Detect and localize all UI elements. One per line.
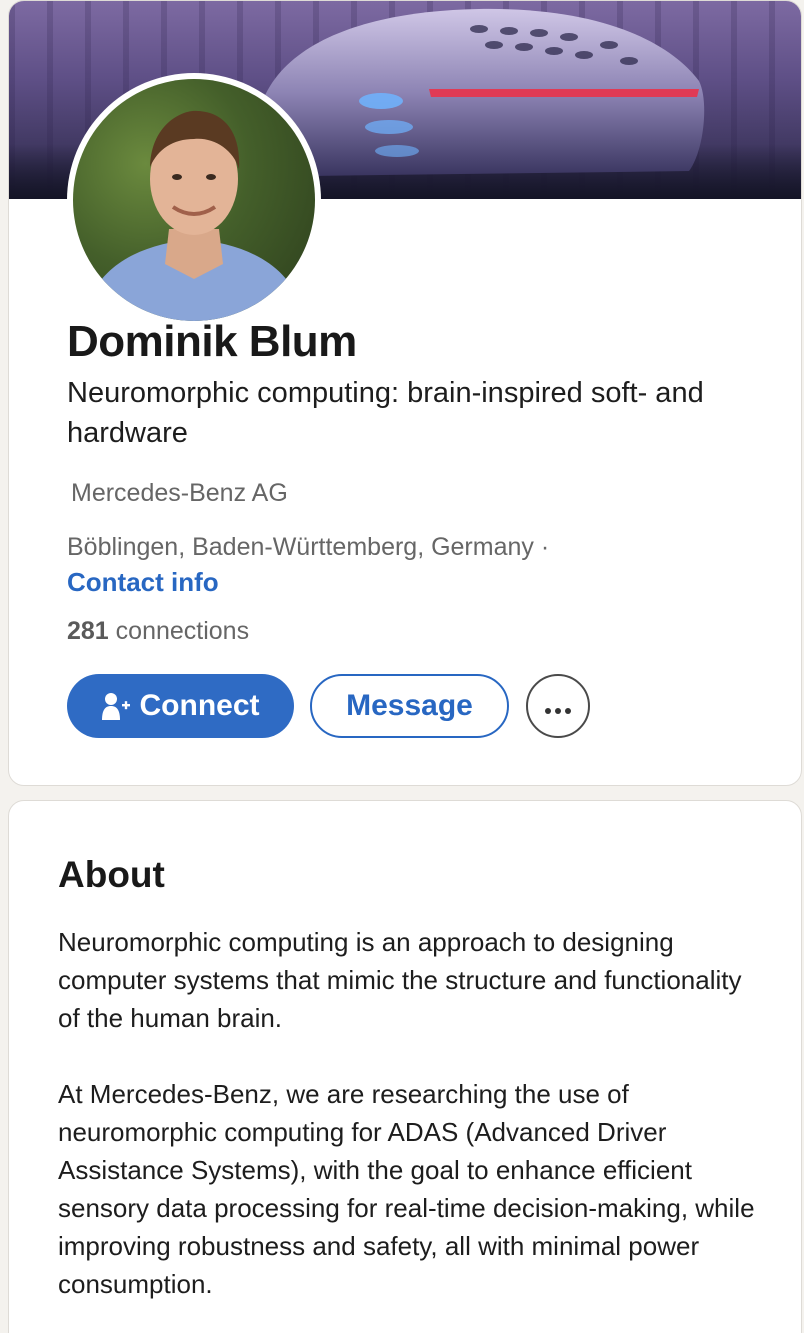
avatar-photo xyxy=(73,79,315,321)
connections-count[interactable]: 281 connections xyxy=(67,617,249,646)
profile-card: Dominik Blum Neuromorphic computing: bra… xyxy=(8,0,802,786)
profile-headline: Neuromorphic computing: brain-inspired s… xyxy=(67,377,704,449)
profile-company[interactable]: Mercedes-Benz AG xyxy=(71,479,288,508)
person-silhouette xyxy=(83,110,305,321)
profile-location: Böblingen, Baden-Württemberg, Germany · xyxy=(67,533,550,561)
connect-label: Connect xyxy=(139,689,260,722)
add-person-icon xyxy=(101,691,130,721)
more-actions-button[interactable] xyxy=(526,674,590,738)
message-button[interactable]: Message xyxy=(310,674,509,738)
connect-button[interactable]: Connect xyxy=(67,674,294,738)
profile-name: Dominik Blum xyxy=(67,317,357,366)
connections-label: connections xyxy=(108,617,250,645)
contact-info-link[interactable]: Contact info xyxy=(67,567,219,598)
profile-avatar[interactable] xyxy=(67,73,321,327)
about-paragraph: Neuromorphic computing is an approach to… xyxy=(58,927,742,1033)
about-heading: About xyxy=(58,854,165,895)
connections-number: 281 xyxy=(67,617,109,645)
about-paragraph: At Mercedes-Benz, we are researching the… xyxy=(58,1079,755,1299)
ellipsis-icon xyxy=(544,689,572,723)
message-label: Message xyxy=(346,689,473,722)
